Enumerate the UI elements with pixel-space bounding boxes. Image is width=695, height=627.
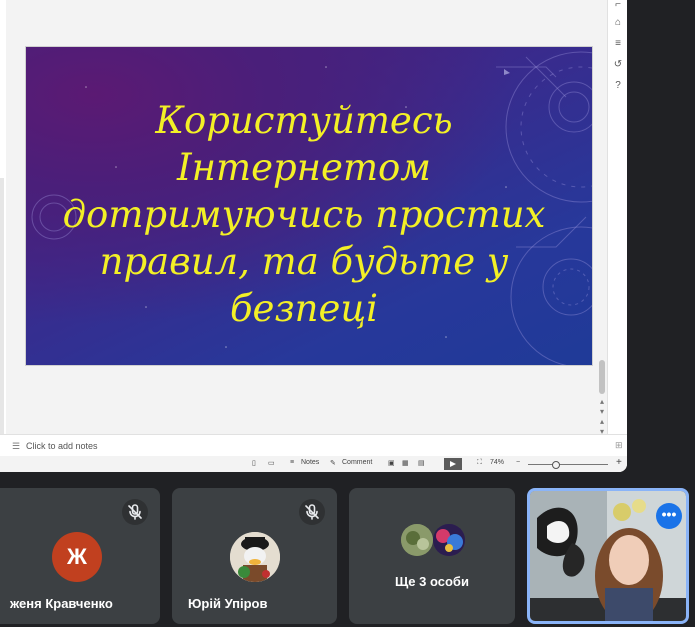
zoom-out-button[interactable]: −	[516, 459, 520, 466]
reading-view-icon[interactable]: ▤	[418, 459, 425, 467]
participant-tile[interactable]: Ж женя Кравченко	[0, 488, 160, 624]
zoom-slider-knob[interactable]	[552, 461, 560, 469]
more-participants-tile[interactable]: Ще 3 особи	[349, 488, 515, 624]
slide-editor-area: Користуйтесь Інтернетом дотримуючись про…	[6, 0, 606, 434]
avatar	[401, 524, 433, 556]
slide-canvas[interactable]: Користуйтесь Інтернетом дотримуючись про…	[25, 46, 593, 366]
normal-view-icon[interactable]: ▣	[388, 459, 395, 467]
right-tool-panel: ⌐ ⌂ ≡ ↺ ?	[607, 0, 627, 434]
slide-title-line: безпеці	[229, 287, 379, 330]
grid-icon[interactable]: ⊞	[615, 440, 623, 451]
participant-name: женя Кравченко	[10, 596, 113, 611]
slide-sorter-icon[interactable]: ▦	[402, 459, 409, 467]
slide-title-line: дотримуючись простих	[62, 193, 546, 236]
layout-icon[interactable]: ⌐	[611, 0, 625, 12]
avatar	[433, 524, 465, 556]
participant-tile[interactable]: Юрій Упіров	[172, 488, 337, 624]
notes-button[interactable]: Notes	[301, 459, 319, 466]
slide-title-line: правил, та будьте у	[99, 240, 509, 283]
mic-off-icon	[122, 499, 148, 525]
scroll-nav-icon[interactable]: ▴ ▾ ▴ ▾	[598, 397, 606, 437]
avatar: Ж	[52, 532, 102, 582]
notes-bar[interactable]: ☰ Click to add notes ⊞	[0, 434, 627, 457]
more-options-icon[interactable]: •••	[656, 503, 682, 529]
display-icon[interactable]: ▭	[268, 459, 275, 467]
accessibility-icon[interactable]: ▯	[252, 459, 256, 467]
design-icon[interactable]: ⌂	[611, 16, 625, 30]
slide-title: Користуйтесь Інтернетом дотримуючись про…	[56, 97, 552, 332]
scrollbar-thumb[interactable]	[599, 360, 605, 394]
sliders-icon[interactable]: ≡	[611, 37, 625, 51]
notes-toggle-icon: ≡	[290, 459, 295, 466]
zoom-level[interactable]: 74%	[490, 459, 504, 466]
self-video-tile[interactable]: ••• Ви	[527, 488, 689, 624]
shared-screen-presentation: Користуйтесь Інтернетом дотримуючись про…	[0, 0, 627, 472]
notes-icon: ☰	[12, 441, 21, 451]
avatar	[230, 532, 280, 582]
mic-off-icon	[299, 499, 325, 525]
notes-placeholder[interactable]: Click to add notes	[26, 441, 98, 451]
more-participants-label: Ще 3 особи	[395, 574, 469, 589]
zoom-in-button[interactable]: +	[616, 457, 622, 468]
help-icon[interactable]: ?	[611, 79, 625, 93]
present-icon[interactable]	[444, 458, 462, 470]
slide-title-line: Інтернетом	[177, 146, 431, 189]
left-scrollbar-edge	[0, 178, 4, 434]
history-icon[interactable]: ↺	[611, 58, 625, 72]
zoom-fit-icon[interactable]: ⛶	[477, 459, 482, 467]
comment-icon: ✎	[330, 460, 336, 467]
participant-name: Юрій Упіров	[188, 596, 268, 611]
zoom-slider[interactable]	[528, 464, 608, 465]
slide-title-line: Користуйтесь	[155, 99, 453, 142]
vertical-scrollbar[interactable]: ▴ ▾ ▴ ▾	[597, 0, 607, 437]
status-bar: ▯ ▭ ≡ Notes ✎ Comment ▣ ▦ ▤ ⛶ 74% − +	[0, 456, 627, 472]
comment-button[interactable]: Comment	[342, 459, 372, 466]
